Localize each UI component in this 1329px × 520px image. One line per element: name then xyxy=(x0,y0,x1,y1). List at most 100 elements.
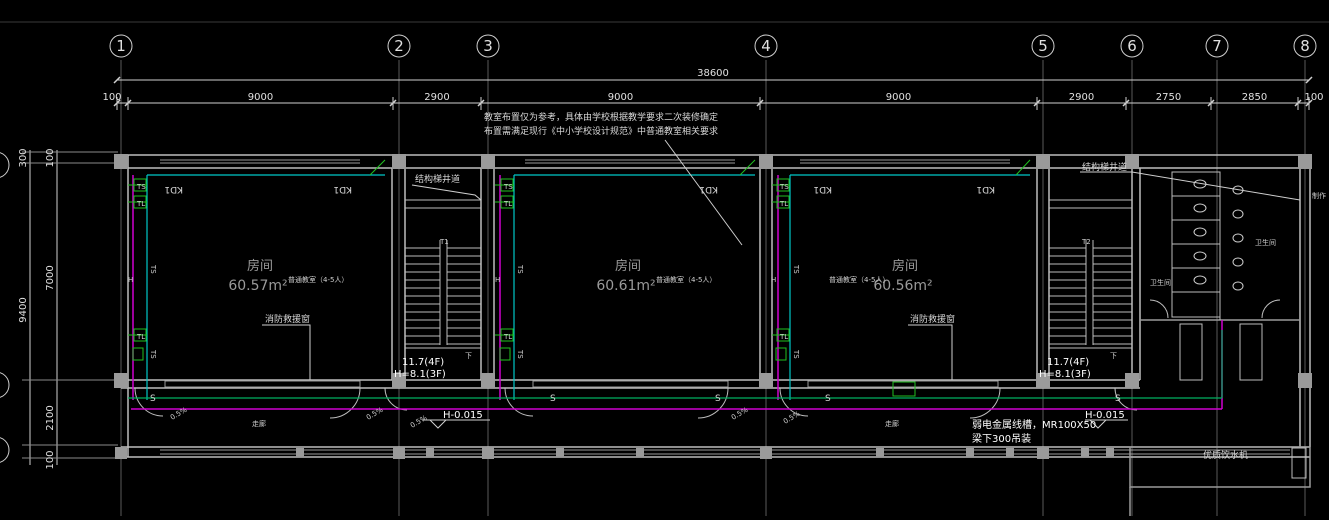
column-mid-3 xyxy=(759,373,773,388)
span-label-4: 9000 xyxy=(886,92,911,103)
s-marker-0: S xyxy=(150,394,156,404)
column-mid-2 xyxy=(481,373,495,388)
green-branches xyxy=(128,159,1031,336)
s-marker-1: S xyxy=(550,394,556,404)
room-note-0: 普通教室（4-5人） xyxy=(288,275,348,284)
axis-label-7: 7 xyxy=(1212,37,1222,55)
axis-label-1: 1 xyxy=(116,37,126,55)
toilet-right-1 xyxy=(1232,209,1244,219)
left-dimension-labels: 9400 7000 300 2100 100 100 xyxy=(18,148,56,469)
toilet-right-3 xyxy=(1232,257,1244,267)
pipe-box-label-0-2: TL xyxy=(136,333,145,341)
pipe-run-label-2-0: TS xyxy=(792,264,800,274)
top-dimension-lines xyxy=(117,79,1309,104)
total-dimension-label: 38600 xyxy=(697,68,729,79)
span-label-6: 2750 xyxy=(1156,92,1181,103)
axis-bubbles: 1 2 3 4 5 6 7 8 xyxy=(109,34,1317,58)
column-top-1 xyxy=(392,154,406,169)
stair-2-level-a: 11.7(4F) xyxy=(1047,357,1089,368)
left-axis-bubbles xyxy=(0,152,10,463)
vertical-2100-label: 2100 xyxy=(45,405,56,430)
toilet-left-3 xyxy=(1193,251,1207,261)
column-bottom-1 xyxy=(393,447,405,459)
stair-2 xyxy=(1048,199,1133,349)
vertical-total-label: 9400 xyxy=(18,297,29,322)
note-line-2: 布置需满足现行《中小学校设计规范》中普通教室相关要求 xyxy=(484,125,718,137)
column-mid-0 xyxy=(114,373,128,388)
slope-label-2: 0.5% xyxy=(409,414,429,430)
mullion-1 xyxy=(426,448,434,457)
column-top-6 xyxy=(1298,154,1312,169)
stair-2-down: 下 xyxy=(1110,352,1117,360)
pipe-box-label-2-2: TL xyxy=(779,333,788,341)
axis-label-3: 3 xyxy=(483,37,493,55)
toilet-left-1 xyxy=(1193,203,1207,213)
pipe-h-label-2: H xyxy=(771,276,776,284)
restroom-label-2: 卫生间 xyxy=(1255,238,1276,247)
grid-lines xyxy=(0,21,1329,516)
toilet-left-4 xyxy=(1193,275,1207,285)
axis-label-6: 6 xyxy=(1127,37,1137,55)
cad-drawing-canvas[interactable]: 1 2 3 4 5 6 7 8 38600 100 9000 2900 9000 9000 2900 27… xyxy=(0,0,1329,516)
pipe-h-label-1: H xyxy=(495,276,500,284)
room-area-1: 60.61m² xyxy=(596,278,655,294)
stair-1-down: 下 xyxy=(465,352,472,360)
slope-label-4: 0.5% xyxy=(782,410,802,426)
floor-drain-0 xyxy=(132,347,144,361)
axis-bubble-7: 7 xyxy=(1205,34,1229,58)
restroom-label-1: 卫生间 xyxy=(1150,278,1171,287)
axis-bubble-1: 1 xyxy=(109,34,133,58)
pipe-run-label-1-0: TS xyxy=(516,264,524,274)
span-label-3: 9000 xyxy=(608,92,633,103)
stair-1 xyxy=(404,199,482,349)
column-bottom-2 xyxy=(482,447,494,459)
pipe-box-label-1-1: TL xyxy=(503,200,512,208)
axis-bubble-6: 6 xyxy=(1120,34,1144,58)
axis-bubble-2: 2 xyxy=(387,34,411,58)
column-mid-5 xyxy=(1125,373,1139,388)
slope-label-0: 0.5% xyxy=(169,406,189,422)
axis-label-8: 8 xyxy=(1300,37,1310,55)
span-label-8: 100 xyxy=(1304,92,1323,103)
mullion-0 xyxy=(296,448,304,457)
side-mark: 制作 xyxy=(1312,191,1326,200)
water-dispenser-label: 优质饮水机 xyxy=(1203,449,1248,461)
room-name-2: 房间 xyxy=(892,258,918,274)
axis-bubble-5: 5 xyxy=(1031,34,1055,58)
column-bottom-3 xyxy=(760,447,772,459)
pipe-run-label-2-1: TS xyxy=(792,349,800,359)
stair-2-level-b: H=8.1(3F) xyxy=(1039,369,1091,380)
door-swings xyxy=(134,387,1138,419)
pipe-box-label-1-2: TL xyxy=(503,333,512,341)
corridor-label-1: 走廊 xyxy=(252,419,266,428)
restroom-stalls xyxy=(1149,171,1281,381)
s-marker-3: S xyxy=(825,394,831,404)
column-bottom-4 xyxy=(1037,447,1049,459)
axis-bubble-3: 3 xyxy=(476,34,500,58)
struct-shaft-label-1: 结构梯井道 xyxy=(415,173,460,185)
pipe-box-label-2-1: TL xyxy=(779,200,788,208)
span-label-2: 2900 xyxy=(424,92,449,103)
pipe-h-label-0: H xyxy=(128,276,133,284)
stair-2-treads xyxy=(1049,247,1132,345)
vertical-300-label: 300 xyxy=(18,148,29,167)
column-top-3 xyxy=(759,154,773,169)
room-area-0: 60.57m² xyxy=(228,278,287,294)
rooms: 房间60.57m² 普通教室（4-5人）房间60.61m² 普通教室（4-5人）房间… xyxy=(228,258,932,294)
kd-label-1: KD1 xyxy=(164,184,183,194)
cable-tray-sub-label: 梁下300吊装 xyxy=(972,432,1031,445)
pipe-box-label-0-1: TL xyxy=(136,200,145,208)
struct-shaft-label-2: 结构梯井道 xyxy=(1082,161,1127,173)
axis-label-5: 5 xyxy=(1038,37,1048,55)
mullion-2 xyxy=(556,448,564,457)
cable-tray-label: 弱电金属线槽，MR100X50 xyxy=(972,418,1096,431)
pipe-box-label-1-0: TS xyxy=(503,183,513,191)
left-dimension-lines xyxy=(22,150,118,465)
column-top-5 xyxy=(1125,154,1139,169)
mullion-3 xyxy=(636,448,644,457)
elevation-label-1: H-0.015 xyxy=(443,410,483,421)
slope-label-1: 0.5% xyxy=(365,406,385,422)
room-name-1: 房间 xyxy=(615,258,641,274)
floor-drain-1 xyxy=(499,347,511,361)
pipe-markers: TS TL TL TS TS H TS TL TL TS TS H TS TL TL TS TS H xyxy=(128,178,800,361)
